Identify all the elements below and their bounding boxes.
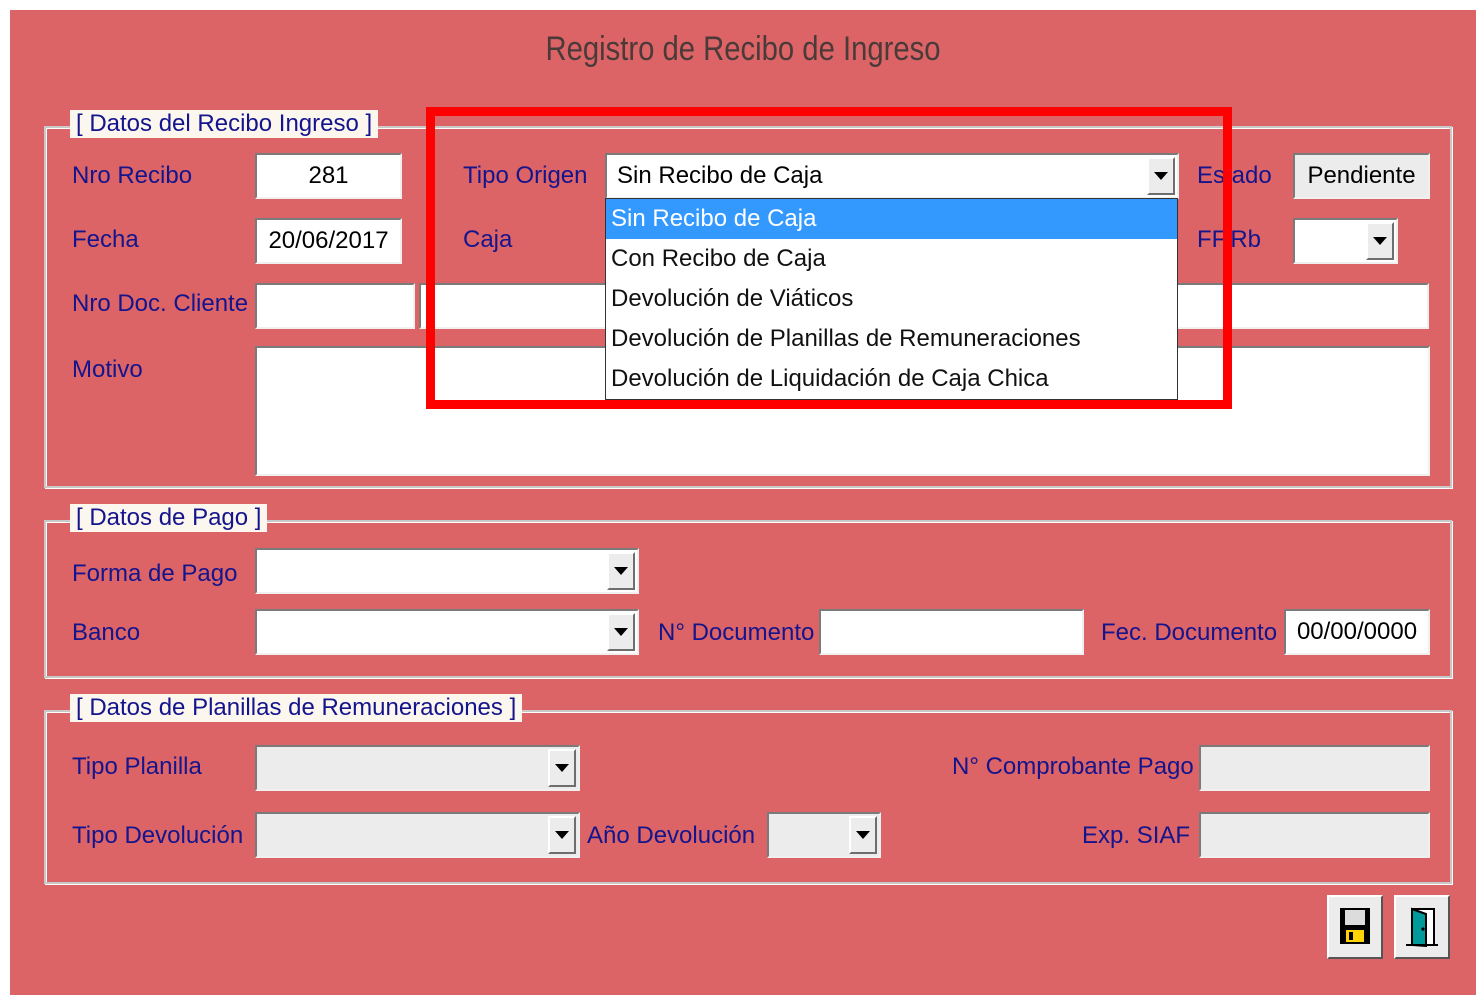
tipo-devolucion-dropdown-arrow-icon[interactable] bbox=[548, 816, 576, 854]
tipo-devolucion-label: Tipo Devolución bbox=[72, 822, 244, 849]
tipo-planilla-dropdown-arrow-icon[interactable] bbox=[548, 749, 576, 787]
n-comprobante-field[interactable] bbox=[1199, 745, 1430, 791]
anio-devolucion-label: Año Devolución bbox=[587, 822, 756, 849]
ff-rb-dropdown-arrow-icon[interactable] bbox=[1366, 222, 1394, 260]
tipo-planilla-select[interactable] bbox=[255, 745, 580, 791]
pago-legend: [ Datos de Pago ] bbox=[70, 504, 268, 532]
floppy-disk-icon bbox=[1340, 908, 1370, 944]
nro-doc-cliente-label: Nro Doc. Cliente bbox=[72, 290, 249, 317]
planillas-legend: [ Datos de Planillas de Remuneraciones ] bbox=[70, 694, 523, 722]
anio-devolucion-dropdown-arrow-icon[interactable] bbox=[849, 816, 877, 854]
window-title: Registro de Recibo de Ingreso bbox=[545, 30, 941, 68]
forma-pago-dropdown-arrow-icon[interactable] bbox=[607, 552, 635, 590]
tipo-devolucion-select[interactable] bbox=[255, 812, 580, 858]
fecha-value: 20/06/2017 bbox=[268, 227, 389, 254]
banco-dropdown-arrow-icon[interactable] bbox=[607, 613, 635, 651]
motivo-label: Motivo bbox=[72, 356, 143, 383]
fec-documento-value: 00/00/0000 bbox=[1296, 618, 1418, 645]
exp-siaf-label: Exp. SIAF bbox=[1082, 822, 1191, 849]
nro-doc-cliente-field[interactable] bbox=[255, 283, 415, 329]
annotation-highlight-box bbox=[426, 107, 1232, 409]
exit-door-icon bbox=[1406, 907, 1438, 947]
forma-pago-select[interactable] bbox=[255, 548, 639, 594]
estado-field: Pendiente bbox=[1293, 153, 1430, 199]
tipo-planilla-label: Tipo Planilla bbox=[72, 753, 202, 780]
estado-value: Pendiente bbox=[1307, 162, 1416, 189]
nro-recibo-field[interactable]: 281 bbox=[255, 153, 402, 199]
n-comprobante-label: N° Comprobante Pago bbox=[952, 753, 1194, 780]
forma-pago-label: Forma de Pago bbox=[72, 560, 238, 587]
exp-siaf-field[interactable] bbox=[1199, 812, 1430, 858]
fec-documento-label: Fec. Documento bbox=[1101, 619, 1278, 646]
ff-rb-select[interactable] bbox=[1293, 218, 1398, 264]
recibo-legend: [ Datos del Recibo Ingreso ] bbox=[70, 110, 379, 138]
fecha-field[interactable]: 20/06/2017 bbox=[255, 218, 402, 264]
save-button[interactable] bbox=[1327, 895, 1383, 959]
nro-recibo-label: Nro Recibo bbox=[72, 162, 193, 189]
fecha-label: Fecha bbox=[72, 226, 139, 253]
anio-devolucion-select[interactable] bbox=[767, 812, 881, 858]
nro-recibo-value: 281 bbox=[308, 162, 349, 189]
n-documento-field[interactable] bbox=[819, 609, 1084, 655]
n-documento-label: N° Documento bbox=[658, 619, 815, 646]
banco-label: Banco bbox=[72, 619, 141, 646]
banco-select[interactable] bbox=[255, 609, 639, 655]
exit-button[interactable] bbox=[1394, 895, 1450, 959]
fec-documento-field[interactable]: 00/00/0000 bbox=[1284, 609, 1430, 655]
